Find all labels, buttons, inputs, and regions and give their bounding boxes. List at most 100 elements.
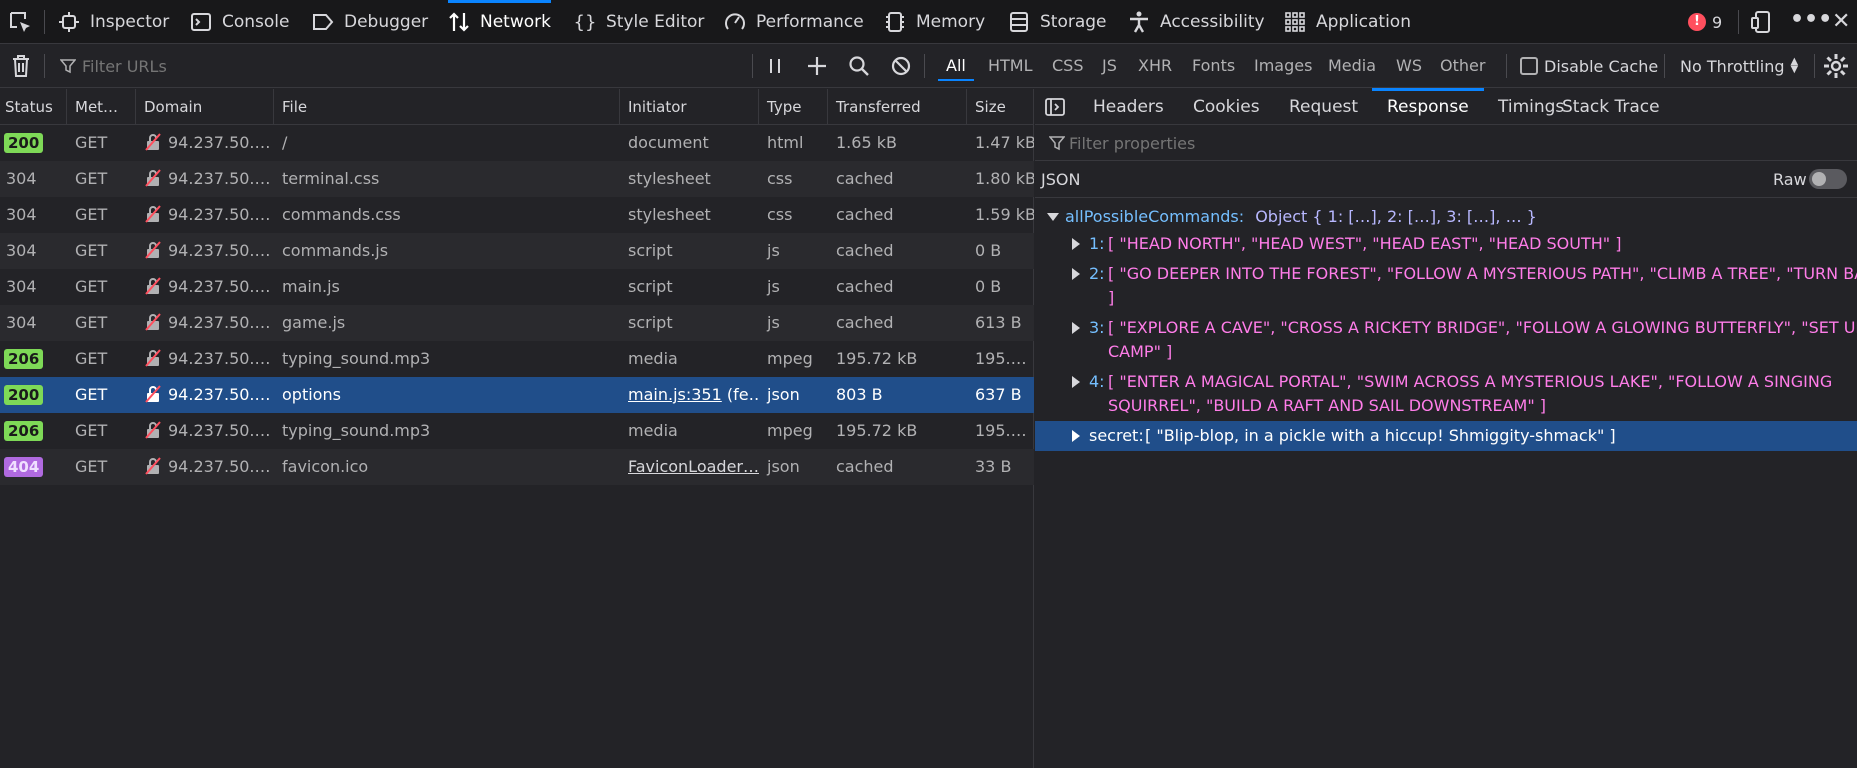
tab-accessibility[interactable]: Accessibility <box>1128 0 1265 44</box>
table-row[interactable]: 206 GET 94.237.50.… typing_sound.mp3 media mp… <box>0 413 1034 449</box>
filter-type-all[interactable]: All <box>938 44 974 88</box>
filter-type-xhr[interactable]: XHR <box>1138 44 1172 88</box>
gear-icon[interactable] <box>1822 52 1850 80</box>
domain-text: 94.237.50.… <box>168 241 271 260</box>
cell-domain: 94.237.50.… <box>136 233 274 269</box>
filter-properties-input[interactable] <box>1069 129 1669 157</box>
cell-status: 206 <box>0 341 67 377</box>
tab-request[interactable]: Request <box>1289 89 1358 125</box>
expand-toggle-icon[interactable] <box>1072 376 1080 388</box>
cell-type: mpeg <box>767 421 813 440</box>
tab-inspector[interactable]: Inspector <box>58 0 169 44</box>
filter-type-images[interactable]: Images <box>1254 44 1312 88</box>
tab-cookies[interactable]: Cookies <box>1193 89 1260 125</box>
tab-style-editor[interactable]: {} Style Editor <box>574 0 705 44</box>
filter-type-media[interactable]: Media <box>1328 44 1376 88</box>
filter-type-fonts[interactable]: Fonts <box>1192 44 1235 88</box>
tab-application[interactable]: Application <box>1284 0 1411 44</box>
table-row[interactable]: 304 GET 94.237.50.… commands.js script js cach… <box>0 233 1034 269</box>
cell-file: / <box>282 133 288 152</box>
table-row[interactable]: 304 GET 94.237.50.… main.js script js cached 0 … <box>0 269 1034 305</box>
trash-icon[interactable] <box>10 54 32 78</box>
column-header-size[interactable]: Size <box>967 89 1034 125</box>
table-row[interactable]: 304 GET 94.237.50.… terminal.css stylesheet c… <box>0 161 1034 197</box>
status-badge: 304 <box>6 241 37 260</box>
tab-label: Style Editor <box>606 12 705 32</box>
filter-type-html[interactable]: HTML <box>988 44 1033 88</box>
filter-type-ws[interactable]: WS <box>1396 44 1422 88</box>
tab-timings[interactable]: Timings <box>1498 89 1564 125</box>
json-entry-row[interactable]: secret:[ "Blip-blop, in a pickle with a … <box>1035 421 1857 451</box>
request-details-panel: Headers Cookies Request Response Timings… <box>1035 88 1857 768</box>
tab-debugger[interactable]: Debugger <box>312 0 428 44</box>
insecure-connection-icon <box>144 452 162 475</box>
column-header-file[interactable]: File <box>274 89 620 125</box>
column-header-method[interactable]: Met… <box>67 89 136 125</box>
table-row[interactable]: 200 GET 94.237.50.… options main.js:351 (fe…… <box>0 377 1034 413</box>
error-count-badge[interactable]: ! 9 <box>1688 0 1722 44</box>
tab-stack-trace[interactable]: Stack Trace <box>1562 89 1660 125</box>
tab-console[interactable]: Console <box>190 0 290 44</box>
pause-icon[interactable] <box>767 56 783 76</box>
table-row[interactable]: 404 GET 94.237.50.… favicon.ico FaviconLoade… <box>0 449 1034 485</box>
json-value: SQUIRREL", "BUILD A RAFT AND SAIL DOWNST… <box>1108 396 1547 415</box>
table-row[interactable]: 304 GET 94.237.50.… game.js script js cached 61… <box>0 305 1034 341</box>
throttling-select[interactable]: No Throttling ▲ ▼ <box>1680 44 1798 88</box>
tab-response[interactable]: Response <box>1372 88 1484 125</box>
close-icon[interactable]: ✕ <box>1832 10 1852 34</box>
element-picker-icon[interactable] <box>8 10 34 36</box>
cell-size: 0 B <box>975 241 1002 260</box>
filter-type-css[interactable]: CSS <box>1052 44 1083 88</box>
domain-text: 94.237.50.… <box>168 169 271 188</box>
json-entry-row[interactable]: 2:[ "GO DEEPER INTO THE FOREST", "FOLLOW… <box>1035 259 1857 313</box>
expand-toggle-icon[interactable] <box>1072 238 1080 250</box>
column-header-initiator[interactable]: Initiator <box>620 89 759 125</box>
toggle-sidebar-icon[interactable] <box>1045 98 1065 116</box>
network-icon <box>448 11 470 33</box>
json-entry-row[interactable]: 1:[ "HEAD NORTH", "HEAD WEST", "HEAD EAS… <box>1035 229 1857 259</box>
more-options-icon[interactable]: ••• <box>1790 9 1832 34</box>
expand-toggle-icon[interactable] <box>1072 268 1080 280</box>
tab-performance[interactable]: Performance <box>724 0 864 44</box>
cell-domain: 94.237.50.… <box>136 341 274 377</box>
search-icon[interactable] <box>848 55 870 77</box>
column-header-transferred[interactable]: Transferred <box>828 89 967 125</box>
table-row[interactable]: 200 GET 94.237.50.… / document html 1.65 kB 1.4… <box>0 125 1034 161</box>
error-count: 9 <box>1712 12 1723 32</box>
json-entry-row[interactable]: 3:[ "EXPLORE A CAVE", "CROSS A RICKETY B… <box>1035 313 1857 367</box>
disable-cache-checkbox[interactable]: Disable Cache <box>1520 44 1658 88</box>
raw-toggle[interactable] <box>1809 169 1847 189</box>
initiator-link[interactable]: FaviconLoader… <box>628 457 759 476</box>
cell-type: css <box>767 169 793 188</box>
cell-size: 0 B <box>975 277 1002 296</box>
tab-memory[interactable]: Memory <box>884 0 985 44</box>
tab-storage[interactable]: Storage <box>1008 0 1107 44</box>
filter-type-js[interactable]: JS <box>1102 44 1117 88</box>
initiator-link[interactable]: main.js:351 <box>628 385 722 404</box>
column-header-domain[interactable]: Domain <box>136 89 274 125</box>
expand-toggle-icon[interactable] <box>1072 430 1080 442</box>
json-value: [ "Blip-blop, in a pickle with a hiccup!… <box>1145 426 1616 445</box>
column-header-status[interactable]: Status <box>0 89 67 125</box>
cell-domain: 94.237.50.… <box>136 377 274 413</box>
insecure-connection-icon <box>144 164 162 187</box>
filter-urls-input[interactable] <box>82 52 742 80</box>
filter-type-other[interactable]: Other <box>1440 44 1485 88</box>
filter-divider <box>1506 54 1507 78</box>
cell-transferred: cached <box>836 241 894 260</box>
responsive-design-icon[interactable] <box>1750 10 1774 34</box>
json-entry-row[interactable]: 4:[ "ENTER A MAGICAL PORTAL", "SWIM ACRO… <box>1035 367 1857 421</box>
tab-network[interactable]: Network <box>448 0 551 44</box>
property-filter-bar <box>1035 125 1857 161</box>
cell-domain: 94.237.50.… <box>136 413 274 449</box>
table-row[interactable]: 304 GET 94.237.50.… commands.css stylesheet c… <box>0 197 1034 233</box>
table-row[interactable]: 206 GET 94.237.50.… typing_sound.mp3 media mp… <box>0 341 1034 377</box>
block-icon[interactable] <box>890 55 912 77</box>
tab-headers[interactable]: Headers <box>1093 89 1164 125</box>
add-request-icon[interactable] <box>806 55 828 77</box>
status-badge: 200 <box>4 133 44 153</box>
cell-type: js <box>767 277 780 296</box>
cell-status: 404 <box>0 449 67 485</box>
expand-toggle-icon[interactable] <box>1072 322 1080 334</box>
column-header-type[interactable]: Type <box>759 89 828 125</box>
